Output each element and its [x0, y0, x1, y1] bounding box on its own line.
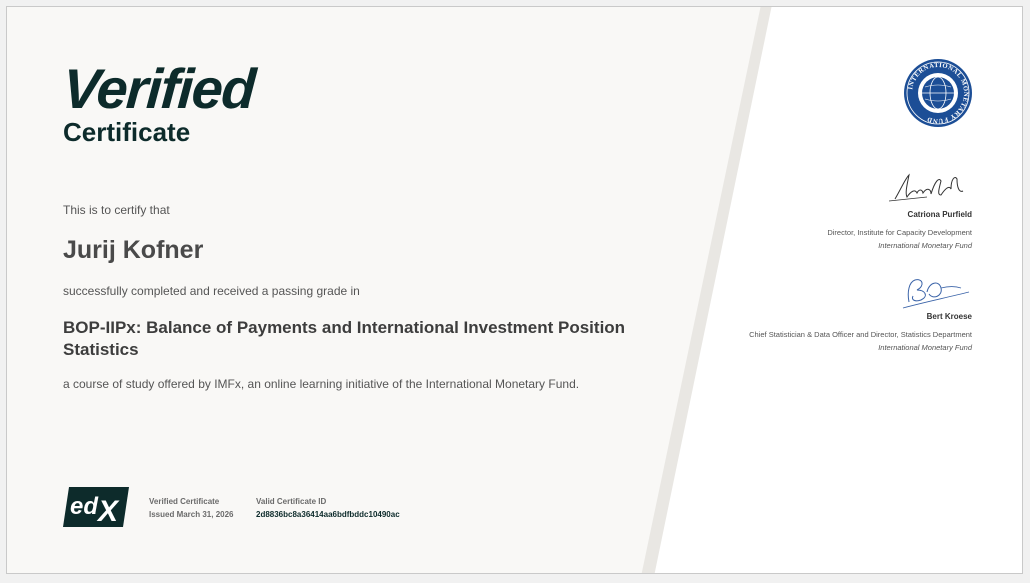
course-title: BOP-IIPx: Balance of Payments and Intern…: [63, 318, 626, 359]
footer-cert-type: Verified Certificate Issued March 31, 20…: [149, 495, 234, 521]
certificate-title: Verified: [60, 57, 257, 120]
signatory-1: Catriona Purfield Director, Institute fo…: [827, 208, 972, 252]
certificate-subtitle: Certificate: [63, 117, 191, 147]
certify-text: This is to certify that: [63, 203, 170, 217]
svg-text:X: X: [96, 495, 120, 527]
cert-type-label: Verified Certificate: [149, 497, 220, 506]
signatory-2-name: Bert Kroese: [926, 312, 972, 321]
certificate: Verified Certificate This is to certify …: [6, 6, 1023, 574]
recipient-name: Jurij Kofner: [63, 236, 204, 264]
signatory-1-org: International Monetary Fund: [878, 241, 972, 250]
signatory-1-name: Catriona Purfield: [907, 210, 972, 219]
imf-seal-icon: INTERNATIONAL MONETARY FUND: [904, 59, 972, 127]
signatory-2-title: Chief Statistician & Data Officer and Di…: [749, 330, 972, 339]
signatory-2-org: International Monetary Fund: [878, 343, 972, 352]
cert-id-label: Valid Certificate ID: [256, 497, 327, 506]
issued-date: Issued March 31, 2026: [149, 510, 234, 519]
cert-id[interactable]: 2d8836bc8a36414aa6bdfbddc10490ac: [256, 508, 400, 521]
signatory-1-title: Director, Institute for Capacity Develop…: [827, 228, 972, 237]
svg-text:ed: ed: [70, 493, 99, 520]
edx-logo: ed X: [63, 487, 129, 527]
signature-2-image: [902, 279, 970, 309]
completed-text: successfully completed and received a pa…: [63, 284, 360, 298]
signature-1-image: [888, 173, 964, 202]
signatory-2: Bert Kroese Chief Statistician & Data Of…: [749, 310, 972, 354]
offered-text: a course of study offered by IMFx, an on…: [63, 377, 580, 391]
footer-cert-id: Valid Certificate ID 2d8836bc8a36414aa6b…: [256, 495, 400, 521]
